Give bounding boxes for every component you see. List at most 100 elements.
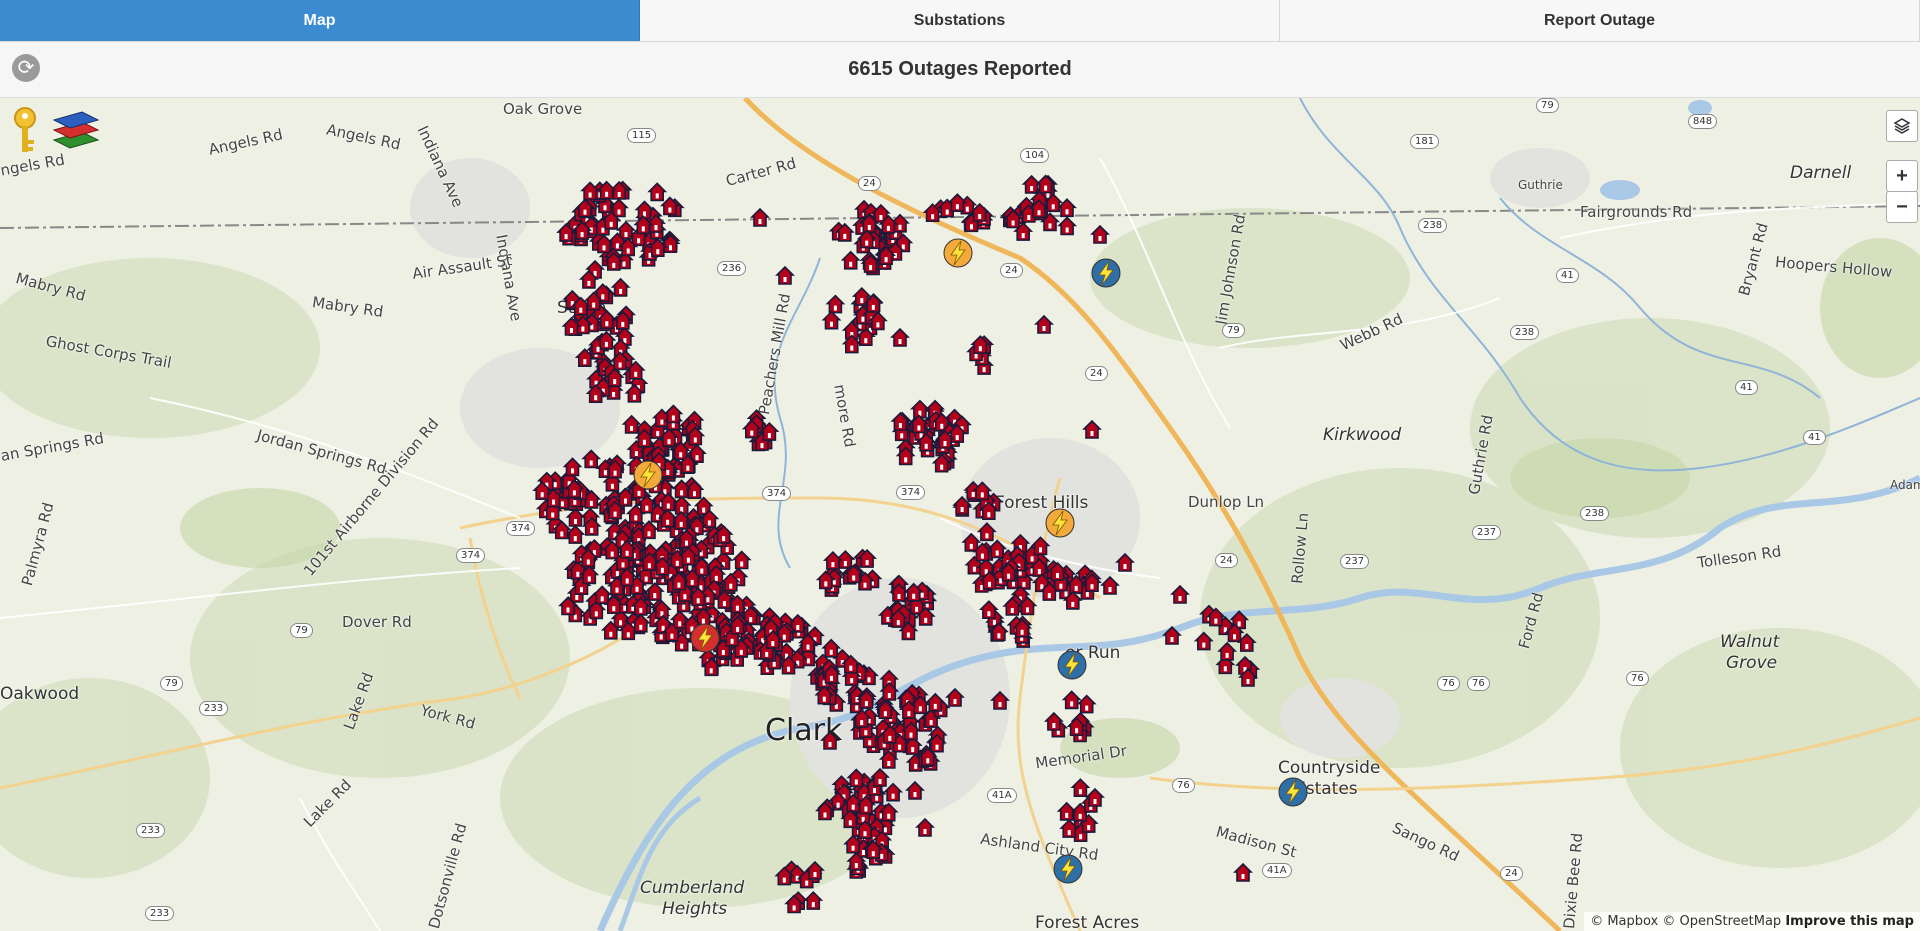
house-outage-icon[interactable] <box>871 768 889 787</box>
house-outage-icon[interactable] <box>821 731 839 750</box>
layers-icon[interactable] <box>50 106 102 152</box>
house-outage-icon[interactable] <box>732 550 751 570</box>
house-outage-icon[interactable] <box>822 638 841 658</box>
house-outage-icon[interactable] <box>1163 626 1181 645</box>
route-shield: 41 <box>1556 268 1579 283</box>
house-outage-icon[interactable] <box>991 691 1009 710</box>
house-outage-icon[interactable] <box>611 278 630 297</box>
house-outage-icon[interactable] <box>804 891 823 910</box>
house-outage-icon[interactable] <box>891 328 909 347</box>
house-outage-icon[interactable] <box>593 585 612 605</box>
zoom-in-button[interactable]: + <box>1886 160 1918 192</box>
house-outage-icon[interactable] <box>948 193 967 212</box>
route-shield: 104 <box>1020 148 1050 163</box>
house-outage-icon[interactable] <box>1083 420 1101 439</box>
route-shield: 115 <box>627 128 657 143</box>
house-outage-icon[interactable] <box>1171 585 1189 604</box>
page-title: 6615 Outages Reported <box>848 58 1072 80</box>
house-outage-icon[interactable] <box>664 404 683 424</box>
route-shield: 79 <box>1222 323 1245 338</box>
house-outage-icon[interactable] <box>926 693 945 712</box>
house-outage-icon[interactable] <box>582 449 601 469</box>
house-outage-icon[interactable] <box>622 415 641 434</box>
substation-bolt-icon[interactable] <box>1045 508 1075 538</box>
house-outage-icon[interactable] <box>911 399 929 419</box>
route-shield: 76 <box>1626 671 1649 686</box>
substation-bolt-icon[interactable] <box>943 238 973 268</box>
house-outage-icon[interactable] <box>1035 315 1053 334</box>
house-outage-icon[interactable] <box>1091 225 1109 244</box>
house-outage-icon[interactable] <box>1234 863 1252 882</box>
layer-switcher-icon[interactable] <box>1886 110 1918 142</box>
zoom-out-button[interactable]: − <box>1886 191 1918 223</box>
house-outage-icon[interactable] <box>648 182 667 202</box>
house-outage-icon[interactable] <box>988 539 1007 559</box>
house-outage-icon[interactable] <box>824 551 842 570</box>
route-shield: 24 <box>1215 553 1238 568</box>
map-attribution: © Mapbox © OpenStreetMap Improve this ma… <box>1584 912 1920 931</box>
house-outage-icon[interactable] <box>1086 788 1104 807</box>
house-outage-icon[interactable] <box>822 310 841 330</box>
route-shield: 181 <box>1410 134 1440 149</box>
route-shield: 76 <box>1467 676 1490 691</box>
substation-bolt-icon[interactable] <box>1091 258 1121 288</box>
house-outage-icon[interactable] <box>978 522 996 542</box>
substation-bolt-icon[interactable] <box>1278 777 1308 807</box>
route-shield: 233 <box>199 701 229 716</box>
house-outage-icon[interactable] <box>1116 553 1134 572</box>
house-outage-icon[interactable] <box>806 861 824 880</box>
route-shield: 233 <box>136 823 166 838</box>
tab-map[interactable]: Map <box>0 0 640 41</box>
house-outage-icon[interactable] <box>1031 536 1050 556</box>
house-outage-icon[interactable] <box>1195 631 1213 651</box>
house-outage-icon[interactable] <box>847 768 866 788</box>
tab-substations[interactable]: Substations <box>640 0 1280 41</box>
route-shield: 76 <box>1172 778 1195 793</box>
route-shield: 233 <box>145 906 175 921</box>
route-shield: 374 <box>896 485 926 500</box>
substation-bolt-icon[interactable] <box>1057 650 1087 680</box>
attribution-text: © Mapbox © OpenStreetMap <box>1590 914 1782 929</box>
house-outage-icon[interactable] <box>645 582 664 601</box>
improve-map-link[interactable]: Improve this map <box>1785 914 1914 929</box>
substation-bolt-icon[interactable] <box>633 460 663 490</box>
house-outage-icon[interactable] <box>581 181 599 201</box>
outage-overlay <box>533 174 1308 914</box>
route-shield: 238 <box>1510 325 1540 340</box>
outage-markers[interactable] <box>533 174 1260 914</box>
house-outage-icon[interactable] <box>751 208 769 227</box>
route-shield: 236 <box>717 261 747 276</box>
house-outage-icon[interactable] <box>1057 802 1076 821</box>
refresh-icon[interactable]: ⟳ <box>12 54 40 82</box>
house-outage-icon[interactable] <box>916 818 934 837</box>
house-outage-icon[interactable] <box>776 266 794 285</box>
house-outage-icon[interactable] <box>841 251 860 270</box>
house-outage-icon[interactable] <box>946 688 964 707</box>
route-shield: 237 <box>1340 554 1370 569</box>
house-outage-icon[interactable] <box>1058 216 1076 236</box>
house-outage-icon[interactable] <box>635 200 654 220</box>
route-shield: 24 <box>858 176 881 191</box>
route-shield: 24 <box>1500 866 1523 881</box>
route-shield: 41A <box>987 788 1017 803</box>
house-outage-icon[interactable] <box>1045 712 1063 731</box>
house-outage-icon[interactable] <box>970 203 989 222</box>
key-icon[interactable] <box>10 106 40 156</box>
house-outage-icon[interactable] <box>826 294 845 314</box>
route-shield: 24 <box>1000 263 1023 278</box>
house-outage-icon[interactable] <box>1101 576 1119 595</box>
substation-bolt-icon[interactable] <box>1053 854 1083 884</box>
house-outage-icon[interactable] <box>1077 694 1096 714</box>
house-outage-icon[interactable] <box>1071 778 1090 798</box>
house-outage-icon[interactable] <box>1062 690 1081 710</box>
map-tools <box>10 106 102 156</box>
house-outage-icon[interactable] <box>906 781 924 800</box>
route-shield: 79 <box>1536 98 1559 113</box>
house-outage-icon[interactable] <box>884 782 902 802</box>
tab-report-outage[interactable]: Report Outage <box>1280 0 1920 41</box>
substation-bolt-icon[interactable] <box>690 623 720 653</box>
house-outage-icon[interactable] <box>980 600 998 620</box>
house-outage-icon[interactable] <box>1218 642 1236 661</box>
house-outage-icon[interactable] <box>563 457 582 477</box>
map-view[interactable]: Oak Grove Angels Rd Angels Rd ngels Rd I… <box>0 98 1920 931</box>
